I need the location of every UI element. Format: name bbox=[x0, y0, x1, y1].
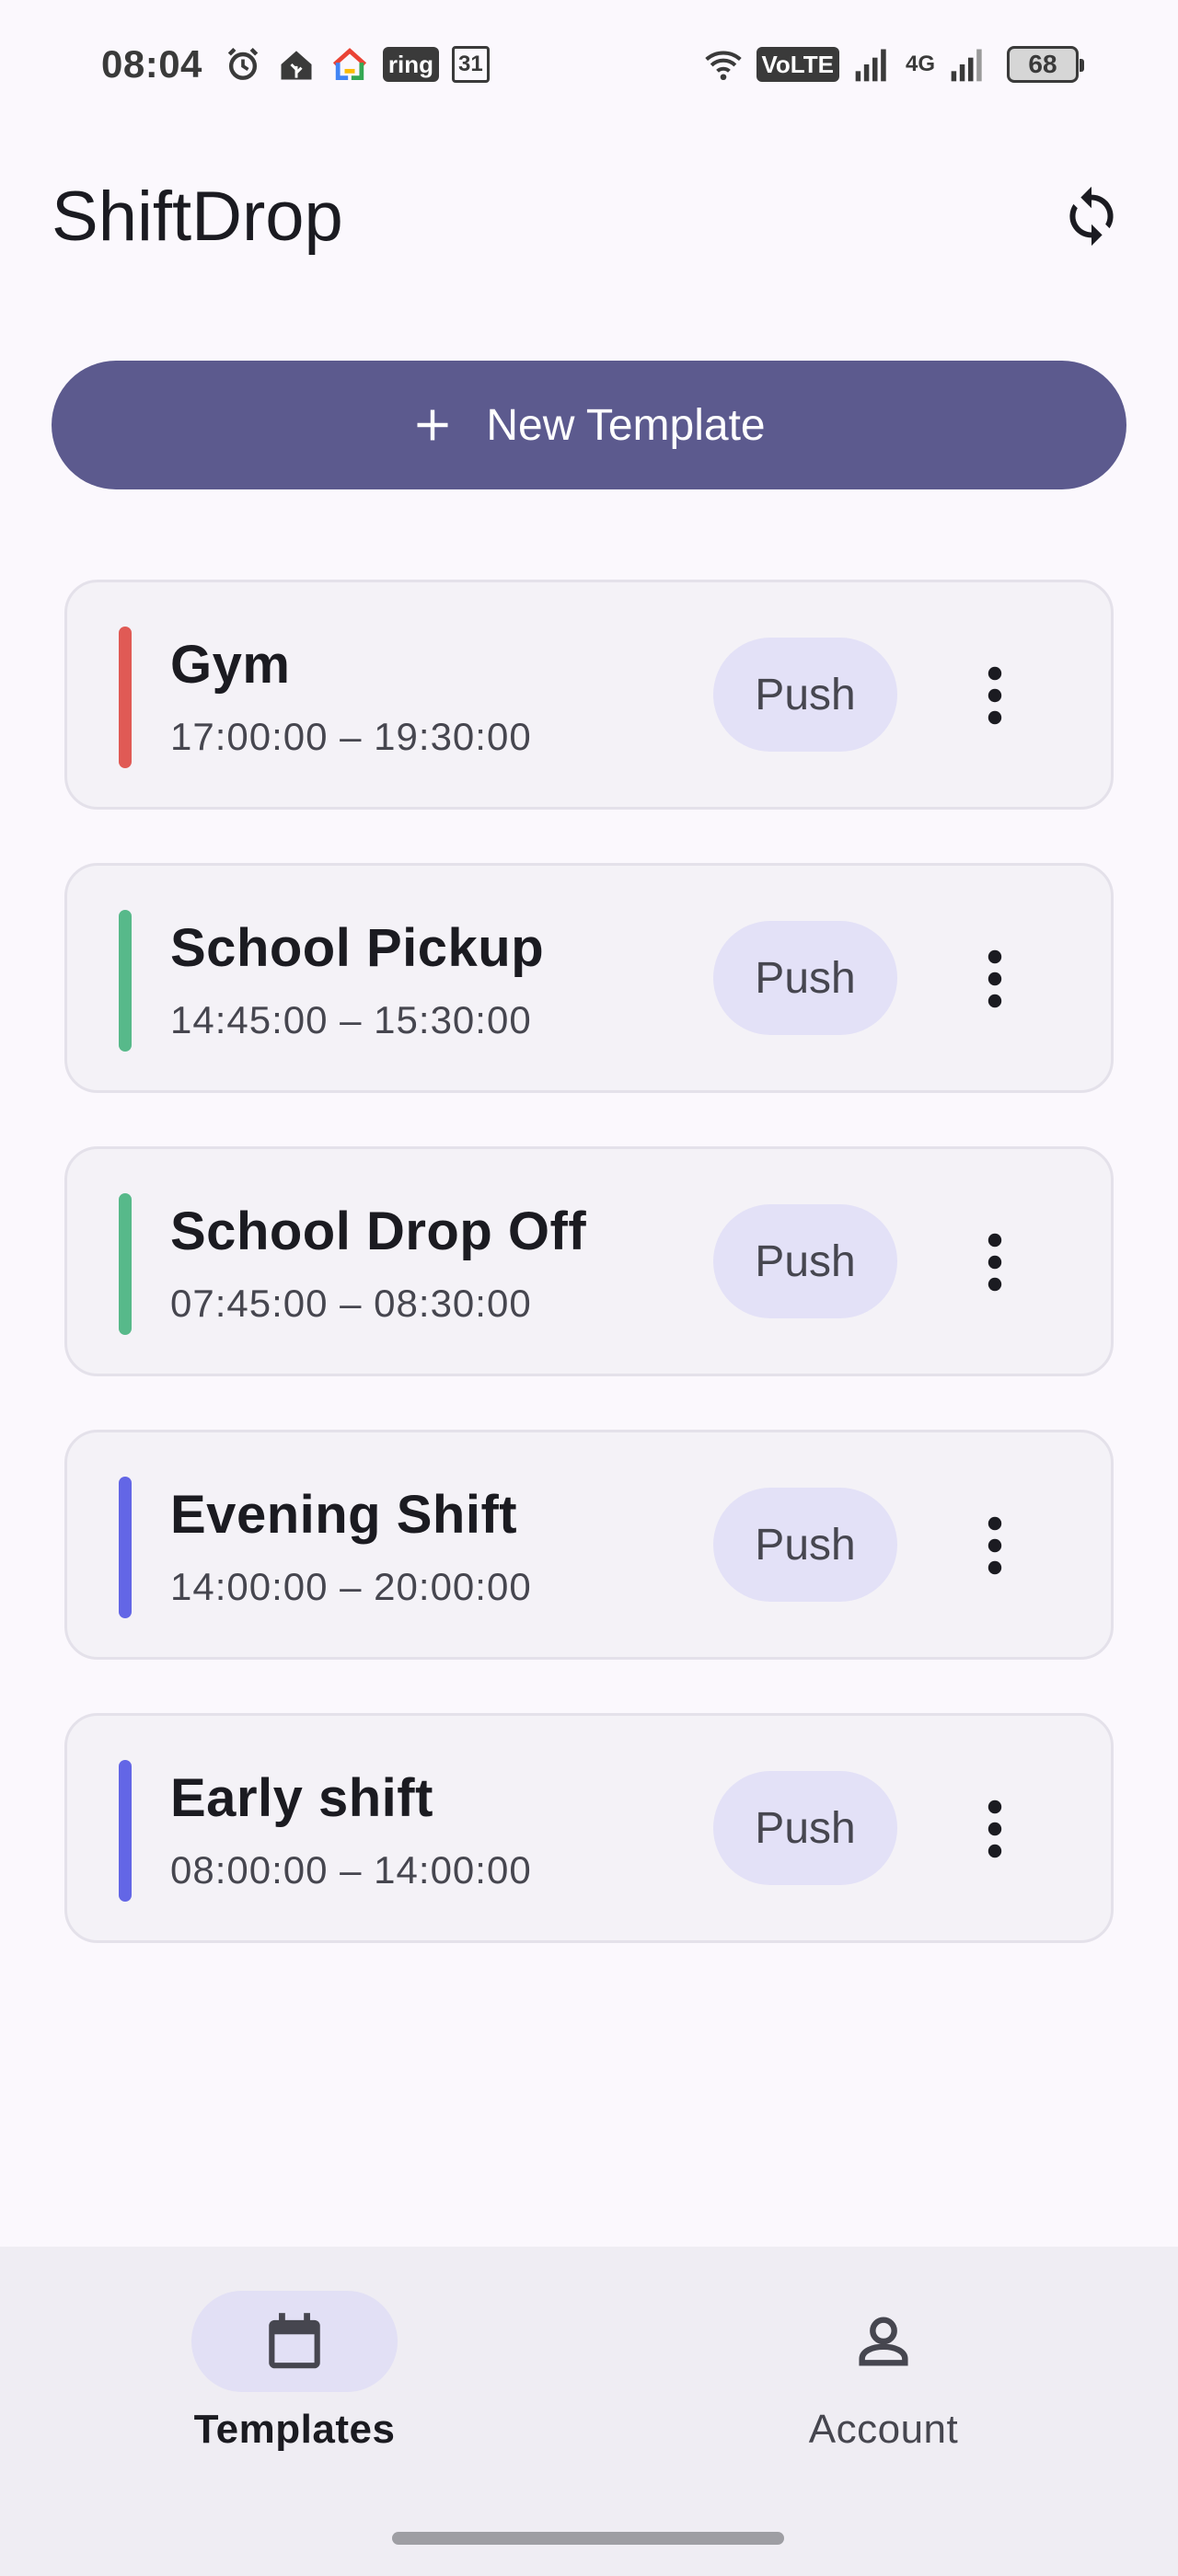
more-options-button[interactable] bbox=[951, 935, 1039, 1023]
wifi-icon bbox=[703, 44, 744, 85]
status-right: VoLTE 4G 68 bbox=[703, 44, 1084, 85]
status-left: 08:04 ring 31 bbox=[101, 42, 490, 86]
template-name: School Drop Off bbox=[170, 1202, 587, 1261]
new-template-label: New Template bbox=[486, 400, 766, 450]
network-type: 4G bbox=[905, 52, 935, 76]
more-vert-icon bbox=[987, 1516, 1002, 1575]
template-time: 07:45:00 – 08:30:00 bbox=[170, 1282, 532, 1325]
template-color-bar bbox=[119, 1477, 132, 1618]
more-options-button[interactable] bbox=[951, 1501, 1039, 1590]
template-color-bar bbox=[119, 1760, 132, 1902]
nav-active-indicator bbox=[191, 2291, 398, 2392]
nav-label-account: Account bbox=[808, 2407, 959, 2452]
more-options-button[interactable] bbox=[951, 1785, 1039, 1873]
app-title: ShiftDrop bbox=[52, 177, 343, 256]
template-card[interactable]: School Drop Off 07:45:00 – 08:30:00 Push bbox=[64, 1146, 1114, 1376]
top-app-bar: ShiftDrop bbox=[0, 147, 1178, 285]
more-vert-icon bbox=[987, 1233, 1002, 1292]
calendar-day-icon: 31 bbox=[452, 46, 490, 83]
calendar-icon bbox=[269, 2313, 320, 2369]
alarm-icon bbox=[223, 44, 263, 85]
new-template-button[interactable]: New Template bbox=[52, 361, 1126, 489]
push-button[interactable]: Push bbox=[713, 1771, 897, 1885]
nav-item-templates[interactable]: Templates bbox=[129, 2291, 460, 2475]
home-indicator[interactable] bbox=[392, 2532, 784, 2545]
plus-icon bbox=[412, 405, 453, 445]
signal-icon-2 bbox=[948, 44, 988, 85]
push-button[interactable]: Push bbox=[713, 921, 897, 1035]
status-bar: 08:04 ring 31 VoLTE 4G 68 bbox=[0, 0, 1178, 129]
push-button[interactable]: Push bbox=[713, 1204, 897, 1318]
template-time: 14:45:00 – 15:30:00 bbox=[170, 998, 532, 1041]
sync-button[interactable] bbox=[1047, 172, 1136, 260]
template-time: 17:00:00 – 19:30:00 bbox=[170, 715, 532, 758]
status-time: 08:04 bbox=[101, 42, 202, 86]
bottom-navigation: Templates Account bbox=[0, 2247, 1178, 2576]
nav-indicator bbox=[780, 2291, 987, 2392]
template-time: 08:00:00 – 14:00:00 bbox=[170, 1848, 532, 1892]
battery-icon: 68 bbox=[1007, 46, 1084, 83]
push-button[interactable]: Push bbox=[713, 638, 897, 752]
nav-item-account[interactable]: Account bbox=[718, 2291, 1049, 2475]
template-card[interactable]: Gym 17:00:00 – 19:30:00 Push bbox=[64, 580, 1114, 810]
nav-label-templates: Templates bbox=[193, 2407, 396, 2452]
push-button[interactable]: Push bbox=[713, 1488, 897, 1602]
person-icon bbox=[859, 2317, 908, 2366]
more-vert-icon bbox=[987, 1800, 1002, 1858]
more-options-button[interactable] bbox=[951, 651, 1039, 740]
template-name: School Pickup bbox=[170, 918, 545, 978]
screen: 08:04 ring 31 VoLTE 4G 68 ShiftDrop New … bbox=[0, 0, 1178, 2576]
template-color-bar bbox=[119, 627, 132, 768]
template-color-bar bbox=[119, 1193, 132, 1335]
volte-icon: VoLTE bbox=[756, 47, 839, 82]
google-home-icon bbox=[329, 44, 370, 85]
template-card[interactable]: Evening Shift 14:00:00 – 20:00:00 Push bbox=[64, 1430, 1114, 1660]
more-vert-icon bbox=[987, 666, 1002, 725]
template-time: 14:00:00 – 20:00:00 bbox=[170, 1565, 532, 1608]
signal-icon bbox=[852, 44, 893, 85]
more-options-button[interactable] bbox=[951, 1218, 1039, 1306]
more-vert-icon bbox=[987, 949, 1002, 1008]
template-name: Gym bbox=[170, 635, 291, 695]
home-leaf-icon bbox=[276, 44, 317, 85]
sync-icon bbox=[1069, 186, 1114, 247]
ring-icon: ring bbox=[382, 47, 440, 82]
template-list: Gym 17:00:00 – 19:30:00 Push School Pick… bbox=[64, 580, 1114, 1996]
template-color-bar bbox=[119, 910, 132, 1052]
template-card[interactable]: School Pickup 14:45:00 – 15:30:00 Push bbox=[64, 863, 1114, 1093]
template-card[interactable]: Early shift 08:00:00 – 14:00:00 Push bbox=[64, 1713, 1114, 1943]
template-name: Evening Shift bbox=[170, 1485, 518, 1545]
template-name: Early shift bbox=[170, 1768, 433, 1828]
